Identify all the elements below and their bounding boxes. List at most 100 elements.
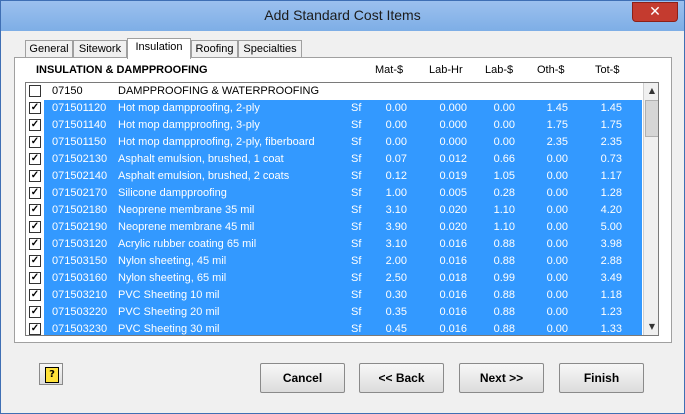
row-checkbox[interactable]: ✓	[29, 323, 41, 335]
scroll-down-icon[interactable]: ▼	[644, 319, 658, 335]
back-button[interactable]: << Back	[359, 363, 444, 393]
cell-oth: 0.00	[546, 153, 568, 165]
cell-lab: 1.10	[493, 221, 515, 233]
cell-code: 071503160	[52, 272, 108, 284]
cell-unit: Sf	[351, 102, 362, 114]
row-checkbox[interactable]: ✓	[29, 153, 41, 165]
col-header-tot: Tot-$	[595, 64, 620, 76]
cell-tot: 1.33	[600, 323, 622, 335]
row-checkbox[interactable]: ✓	[29, 136, 41, 148]
cell-labhr: 0.012	[439, 153, 467, 165]
row-checkbox[interactable]: ✓	[29, 119, 41, 131]
cell-labhr: 0.018	[439, 272, 467, 284]
table-row[interactable]: ✓ 071502130 Asphalt emulsion, brushed, 1 c…	[26, 151, 642, 168]
cell-tot: 1.18	[600, 289, 622, 301]
table-row[interactable]: ✓ 071502190 Neoprene membrane 45 mil Sf 3.90…	[26, 219, 642, 236]
row-checkbox[interactable]: ✓	[29, 255, 41, 267]
cell-desc: Nylon sheeting, 65 mil	[118, 272, 227, 284]
cell-labhr: 0.005	[439, 187, 467, 199]
help-button[interactable]: ?	[39, 363, 63, 385]
cell-oth: 2.35	[546, 136, 568, 148]
table-row[interactable]: ✓ 071503160 Nylon sheeting, 65 mil Sf 2.50 0.…	[26, 270, 642, 287]
row-checkbox[interactable]: ✓	[29, 306, 41, 318]
cell-mat: 1.00	[385, 187, 407, 199]
cell-unit: Sf	[351, 136, 362, 148]
cell-labhr: 0.000	[439, 119, 467, 131]
cell-code: 071502140	[52, 170, 108, 182]
row-checkbox[interactable]: ✓	[29, 204, 41, 216]
cell-lab: 1.10	[493, 204, 515, 216]
cell-lab: 0.00	[493, 119, 515, 131]
row-checkbox[interactable]: ✓	[29, 221, 41, 233]
cell-unit: Sf	[351, 204, 362, 216]
cancel-button[interactable]: Cancel	[260, 363, 345, 393]
cell-lab: 0.00	[493, 102, 515, 114]
cell-labhr: 0.020	[439, 204, 467, 216]
cell-code: 071503150	[52, 255, 108, 267]
cell-desc: Asphalt emulsion, brushed, 2 coats	[118, 170, 290, 182]
finish-button[interactable]: Finish	[559, 363, 644, 393]
cell-code: 071501150	[52, 136, 107, 148]
row-checkbox[interactable]: ✓	[29, 187, 41, 199]
cell-tot: 0.73	[600, 153, 622, 165]
cell-tot: 5.00	[600, 221, 622, 233]
cell-desc: Hot mop dampproofing, 3-ply	[118, 119, 260, 131]
table-row[interactable]: ✓ 071503120 Acrylic rubber coating 65 mil S…	[26, 236, 642, 253]
cell-mat: 3.10	[385, 204, 407, 216]
close-button[interactable]: ✕	[632, 2, 678, 22]
cell-unit: Sf	[351, 170, 362, 182]
cell-unit: Sf	[351, 221, 362, 233]
table-row[interactable]: ✓ 071501150 Hot mop dampproofing, 2-ply, f…	[26, 134, 642, 151]
tab-sitework[interactable]: Sitework	[73, 40, 127, 58]
cell-oth: 0.00	[546, 306, 568, 318]
col-header-oth: Oth-$	[537, 64, 565, 76]
tab-roofing[interactable]: Roofing	[191, 40, 238, 58]
row-checkbox[interactable]	[29, 85, 41, 97]
tab-general[interactable]: General	[25, 40, 73, 58]
cell-oth: 0.00	[546, 238, 568, 250]
cell-labhr: 0.000	[439, 102, 467, 114]
cell-desc: Nylon sheeting, 45 mil	[118, 255, 227, 267]
next-button[interactable]: Next >>	[459, 363, 544, 393]
cell-labhr: 0.016	[439, 238, 467, 250]
row-checkbox[interactable]: ✓	[29, 272, 41, 284]
row-checkbox[interactable]: ✓	[29, 289, 41, 301]
table-row[interactable]: 07150 DAMPPROOFING & WATERPROOFING	[26, 83, 642, 100]
list-scrollbar[interactable]: ▲ ▼	[643, 83, 658, 335]
table-row[interactable]: ✓ 071502140 Asphalt emulsion, brushed, 2 c…	[26, 168, 642, 185]
cell-lab: 1.05	[493, 170, 515, 182]
cell-oth: 0.00	[546, 272, 568, 284]
cell-code: 07150	[52, 85, 83, 97]
table-row[interactable]: ✓ 071502180 Neoprene membrane 35 mil Sf 3.10…	[26, 202, 642, 219]
cell-mat: 0.00	[385, 119, 407, 131]
table-row[interactable]: ✓ 071502170 Silicone dampproofing Sf 1.00 0.0…	[26, 185, 642, 202]
cell-tot: 2.88	[600, 255, 622, 267]
cell-tot: 1.28	[600, 187, 622, 199]
cell-desc: Hot mop dampproofing, 2-ply	[118, 102, 260, 114]
tab-specialties[interactable]: Specialties	[238, 40, 302, 58]
cell-lab: 0.99	[493, 272, 515, 284]
cell-mat: 0.07	[385, 153, 407, 165]
table-row[interactable]: ✓ 071501140 Hot mop dampproofing, 3-ply Sf 0…	[26, 117, 642, 134]
cell-unit: Sf	[351, 119, 362, 131]
tab-insulation[interactable]: Insulation	[127, 38, 191, 59]
row-checkbox[interactable]: ✓	[29, 170, 41, 182]
scroll-thumb[interactable]	[645, 100, 658, 137]
cell-oth: 1.75	[546, 119, 568, 131]
scroll-up-icon[interactable]: ▲	[644, 83, 658, 99]
table-row[interactable]: ✓ 071503210 PVC Sheeting 10 mil Sf 0.30 0.016…	[26, 287, 642, 304]
cell-oth: 0.00	[546, 289, 568, 301]
table-row[interactable]: ✓ 071503230 PVC Sheeting 30 mil Sf 0.45 0.016…	[26, 321, 642, 335]
cell-mat: 3.90	[385, 221, 407, 233]
row-checkbox[interactable]: ✓	[29, 102, 41, 114]
row-checkbox[interactable]: ✓	[29, 238, 41, 250]
table-row[interactable]: ✓ 071503220 PVC Sheeting 20 mil Sf 0.35 0.016…	[26, 304, 642, 321]
cell-unit: Sf	[351, 272, 362, 284]
cell-oth: 0.00	[546, 221, 568, 233]
cost-items-list[interactable]: 07150 DAMPPROOFING & WATERPROOFING ✓ 071501…	[25, 82, 659, 336]
cell-unit: Sf	[351, 289, 362, 301]
table-row[interactable]: ✓ 071501120 Hot mop dampproofing, 2-ply Sf 0…	[26, 100, 642, 117]
cell-labhr: 0.016	[439, 255, 467, 267]
table-row[interactable]: ✓ 071503150 Nylon sheeting, 45 mil Sf 2.00 0.…	[26, 253, 642, 270]
cell-tot: 2.35	[600, 136, 622, 148]
